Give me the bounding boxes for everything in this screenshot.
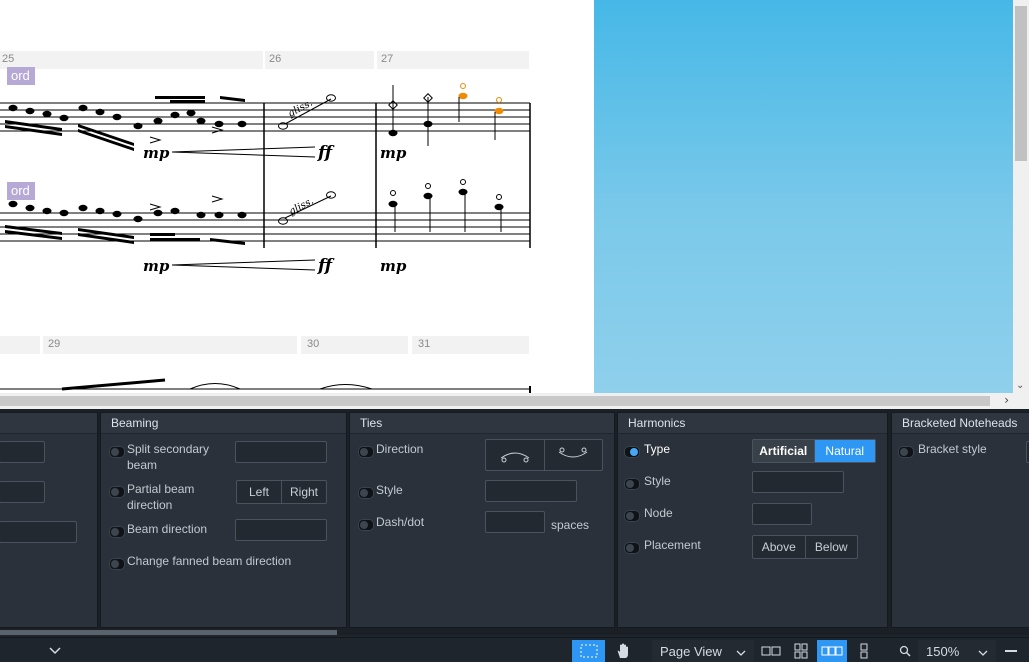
music-notation[interactable]: gliss. gliss. mp ff mp mp ff mp [0, 0, 594, 393]
split-secondary-field[interactable] [235, 441, 327, 463]
hand-tool-icon[interactable] [609, 640, 637, 662]
toggle-placement[interactable] [624, 542, 640, 554]
tie-over-icon[interactable] [486, 440, 545, 470]
label-dash-dot: Dash/dot [376, 515, 425, 529]
right-option[interactable]: Right [282, 481, 326, 503]
dynamic-ff: ff [317, 256, 335, 276]
label-style: Style [376, 483, 403, 497]
pages-vertical-icon[interactable] [853, 640, 875, 662]
zoom-value: 150% [926, 643, 960, 659]
property-field[interactable] [0, 441, 45, 463]
placement-segmented[interactable]: Above Below [752, 535, 858, 559]
style-field[interactable] [485, 480, 577, 502]
selection-tool-icon[interactable] [572, 640, 605, 662]
panel-partial [0, 412, 98, 628]
pages-horizontal-icon[interactable] [817, 640, 847, 662]
chevron-down-icon[interactable] [44, 640, 66, 662]
label-split-secondary: Split secondary beam [127, 442, 210, 472]
label-bracket-style: Bracket style [918, 442, 987, 456]
scroll-thumb[interactable] [1015, 6, 1027, 161]
dynamic-mp: mp [380, 144, 407, 162]
toggle-bracket-style[interactable] [898, 446, 914, 458]
gliss-text: gliss. [286, 98, 314, 120]
dynamic-mp: mp [380, 257, 407, 275]
node-field[interactable] [752, 503, 812, 525]
view-mode-dropdown[interactable]: Page View [652, 640, 754, 662]
property-field[interactable] [0, 521, 77, 543]
spreads-horizontal-icon[interactable] [758, 640, 784, 662]
label-style: Style [644, 474, 671, 488]
view-mode-value: Page View [660, 643, 722, 659]
toggle-beam-direction[interactable] [109, 526, 125, 538]
label-node: Node [644, 506, 673, 520]
dynamic-mp: mp [143, 257, 170, 275]
natural-option[interactable]: Natural [814, 440, 875, 462]
scroll-thumb[interactable] [0, 630, 337, 635]
below-option[interactable]: Below [806, 536, 858, 558]
minus-icon[interactable] [1000, 640, 1022, 662]
toggle-change-fanned[interactable] [109, 558, 125, 570]
vertical-scrollbar[interactable]: ⌄ [1013, 0, 1029, 393]
panel-harmonics: Harmonics Type Artificial Natural Style … [617, 412, 888, 628]
chevron-right-icon[interactable]: › [1004, 393, 1009, 407]
toggle-style[interactable] [358, 487, 374, 499]
scroll-thumb[interactable] [0, 396, 990, 406]
panel-title: Beaming [101, 413, 346, 434]
horizontal-scrollbar[interactable]: › [0, 393, 1013, 409]
chevron-down-icon[interactable]: ⌄ [1016, 380, 1024, 391]
scroll-corner [1013, 393, 1029, 409]
above-option[interactable]: Above [753, 536, 806, 558]
left-option[interactable]: Left [237, 481, 282, 503]
score-canvas[interactable]: 25 26 27 29 30 31 ord ord gliss. gliss. … [0, 0, 594, 393]
style-field[interactable] [752, 471, 844, 493]
panel-title: Ties [350, 413, 614, 434]
panel-bracketed-noteheads: Bracketed Noteheads Bracket style [891, 412, 1029, 628]
toggle-split-secondary[interactable] [109, 446, 125, 458]
artificial-option[interactable]: Artificial [753, 440, 815, 462]
label-placement: Placement [644, 538, 701, 552]
property-field[interactable] [0, 481, 45, 503]
partial-direction-segmented[interactable]: Left Right [236, 480, 327, 504]
label-direction: Direction [376, 442, 424, 456]
toggle-type[interactable] [624, 446, 640, 458]
spreads-vertical-icon[interactable] [790, 640, 812, 662]
toggle-node[interactable] [624, 510, 640, 522]
panel-beaming: Beaming Split secondary beam Partial bea… [100, 412, 347, 628]
chevron-down-icon [736, 644, 746, 659]
toggle-direction[interactable] [358, 446, 374, 458]
zoom-icon[interactable] [894, 640, 916, 662]
type-segmented[interactable]: Artificial Natural [752, 439, 876, 463]
label-spaces: spaces [551, 518, 590, 532]
canvas-background [594, 0, 1013, 393]
label-change-fanned: Change fanned beam direction [127, 554, 292, 568]
dash-dot-field[interactable] [485, 511, 545, 533]
status-bar: Page View 150% [0, 637, 1029, 662]
gliss-text: gliss. [287, 196, 315, 218]
label-beam-direction: Beam direction [127, 522, 208, 536]
label-partial-direction: Partial beam direction [127, 482, 195, 512]
toggle-style[interactable] [624, 478, 640, 490]
panel-title: Harmonics [618, 413, 887, 434]
zoom-dropdown[interactable]: 150% [918, 640, 996, 662]
dynamic-mp: mp [143, 144, 170, 162]
tie-under-icon[interactable] [545, 440, 603, 470]
toggle-partial-direction[interactable] [109, 486, 125, 498]
panel-ties: Ties Direction Style Dash/dot spaces [349, 412, 615, 628]
label-type: Type [644, 442, 671, 456]
properties-panel: Beaming Split secondary beam Partial bea… [0, 409, 1029, 629]
dynamic-ff: ff [317, 143, 335, 163]
panel-title: Bracketed Noteheads [892, 413, 1029, 434]
panel-scrollbar[interactable] [0, 629, 1029, 635]
tie-direction-segmented[interactable] [485, 439, 603, 471]
beam-direction-field[interactable] [235, 519, 327, 541]
toggle-dash-dot[interactable] [358, 519, 374, 531]
chevron-down-icon [978, 644, 988, 659]
